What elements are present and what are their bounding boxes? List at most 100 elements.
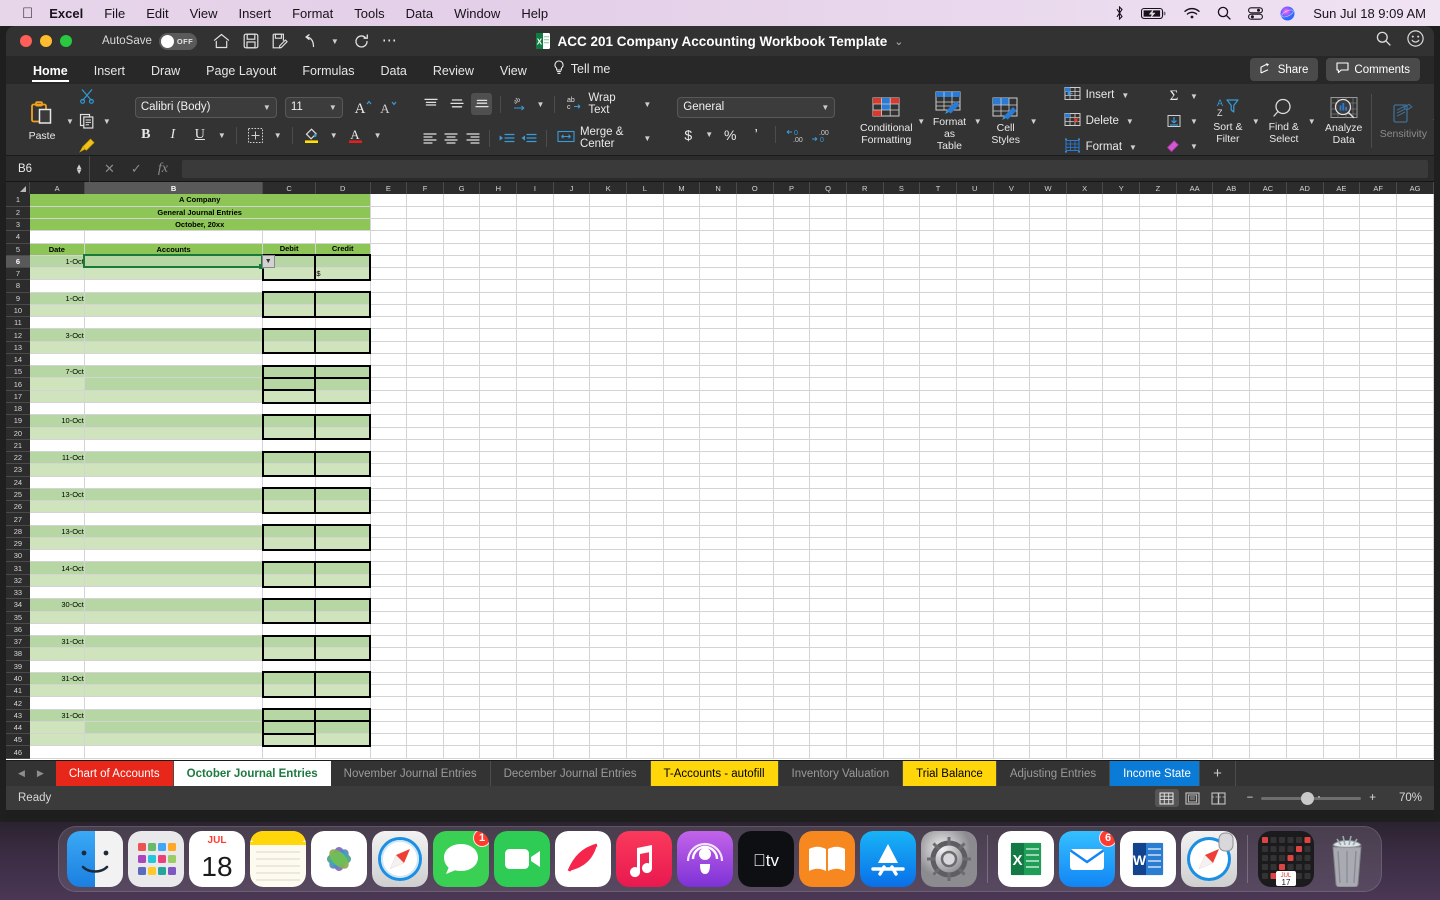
cell-empty[interactable] [370,733,408,747]
cell-empty[interactable] [883,733,921,747]
autosave-toggle[interactable]: OFF [158,32,197,50]
cell-empty[interactable] [773,194,811,207]
cell-empty[interactable] [1066,537,1104,551]
cell-empty[interactable] [846,390,884,404]
cell-empty[interactable] [699,230,737,244]
cell-empty[interactable] [1066,353,1104,367]
cell-empty[interactable] [846,709,884,722]
cell-empty[interactable] [626,488,664,502]
cell-empty[interactable] [1286,255,1324,269]
cell-empty[interactable] [993,574,1031,588]
cell-credit[interactable] [314,463,372,478]
wifi-icon[interactable] [1184,7,1200,20]
cell-empty[interactable] [1359,672,1397,686]
cell-empty[interactable] [1102,230,1141,244]
cell-empty[interactable] [883,402,921,416]
cell-empty[interactable] [1066,561,1104,575]
cell-c[interactable] [262,660,316,673]
cell-empty[interactable] [1396,353,1434,367]
row-header-10[interactable]: 10 [6,304,30,318]
cell-empty[interactable] [589,684,628,698]
cell-empty[interactable] [406,243,444,256]
cell-empty[interactable] [443,316,481,330]
cell-empty[interactable] [516,611,554,624]
cell-empty[interactable] [1212,672,1251,686]
column-header-AE[interactable]: AE [1323,182,1361,194]
cell-empty[interactable] [406,512,444,526]
cell-a[interactable] [29,316,85,330]
zoom-in-button[interactable]: + [1369,792,1376,804]
cell-empty[interactable] [370,598,408,612]
cell-empty[interactable] [1029,512,1067,526]
cell-empty[interactable] [846,414,884,428]
cell-empty[interactable] [736,316,774,330]
cell-empty[interactable] [1212,243,1251,256]
cell-empty[interactable] [516,328,554,342]
cell-empty[interactable] [736,206,774,220]
cell-empty[interactable] [479,586,518,600]
orientation-chevron-down-icon[interactable]: ▼ [535,100,547,109]
cell-empty[interactable] [846,353,884,367]
zoom-slider-knob[interactable] [1301,791,1315,805]
cell-empty[interactable] [1249,439,1287,453]
window-controls[interactable] [20,35,72,47]
cell-empty[interactable] [479,377,518,391]
cell-empty[interactable] [1139,586,1177,600]
cell-empty[interactable] [1359,194,1397,207]
cell-empty[interactable] [809,194,847,207]
cell-empty[interactable] [736,709,774,722]
cell-empty[interactable] [846,463,884,477]
cell-empty[interactable] [809,672,847,686]
cell-empty[interactable] [1102,243,1141,256]
cell-empty[interactable] [370,463,408,477]
cell-empty[interactable] [1323,733,1361,747]
cell-empty[interactable] [993,255,1031,269]
cell-empty[interactable] [370,721,408,735]
cell-empty[interactable] [919,549,957,563]
cell-empty[interactable] [406,230,444,244]
cell-empty[interactable] [883,745,921,759]
cell-empty[interactable] [773,561,811,575]
cell-empty[interactable] [736,402,774,416]
cell-empty[interactable] [1286,230,1324,244]
cell-empty[interactable] [1139,304,1177,318]
cell-empty[interactable] [1029,427,1067,440]
cell-empty[interactable] [699,709,737,722]
cell-empty[interactable] [1102,611,1141,624]
cell-empty[interactable] [773,672,811,686]
cell-empty[interactable] [1396,463,1434,477]
cell-empty[interactable] [479,684,518,698]
cell-empty[interactable] [626,390,664,404]
cell-empty[interactable] [1066,230,1104,244]
cell-empty[interactable] [1323,696,1361,710]
undo-icon[interactable] [301,33,316,49]
row-header-37[interactable]: 37 [6,635,30,649]
cell-empty[interactable] [589,745,628,759]
cell-empty[interactable] [1249,611,1287,624]
cell-credit[interactable] [314,708,372,722]
cell-empty[interactable] [846,328,884,342]
cell-empty[interactable] [553,611,591,624]
cell-account[interactable] [84,451,264,465]
dock-icon-podcasts[interactable] [677,831,733,887]
cell-empty[interactable] [736,328,774,342]
cell-empty[interactable] [846,721,884,735]
cell-empty[interactable] [479,635,518,649]
cell-account[interactable] [84,598,264,612]
cell-empty[interactable] [736,304,774,318]
percent-icon[interactable]: % [719,124,741,146]
cell-empty[interactable] [589,660,628,673]
cell-empty[interactable] [1249,451,1287,465]
cell-empty[interactable] [1323,316,1361,330]
cell-c[interactable] [262,353,316,367]
cell-empty[interactable] [443,488,481,502]
cell-empty[interactable] [809,427,847,440]
cell-empty[interactable] [1249,427,1287,440]
cell-empty[interactable] [993,316,1031,330]
cell-empty[interactable] [1249,598,1287,612]
cell-empty[interactable] [883,206,921,220]
currency-chevron-down-icon[interactable]: ▼ [703,130,715,139]
cell-empty[interactable] [370,696,408,710]
cell-empty[interactable] [370,218,408,232]
cell-empty[interactable] [1249,586,1287,600]
